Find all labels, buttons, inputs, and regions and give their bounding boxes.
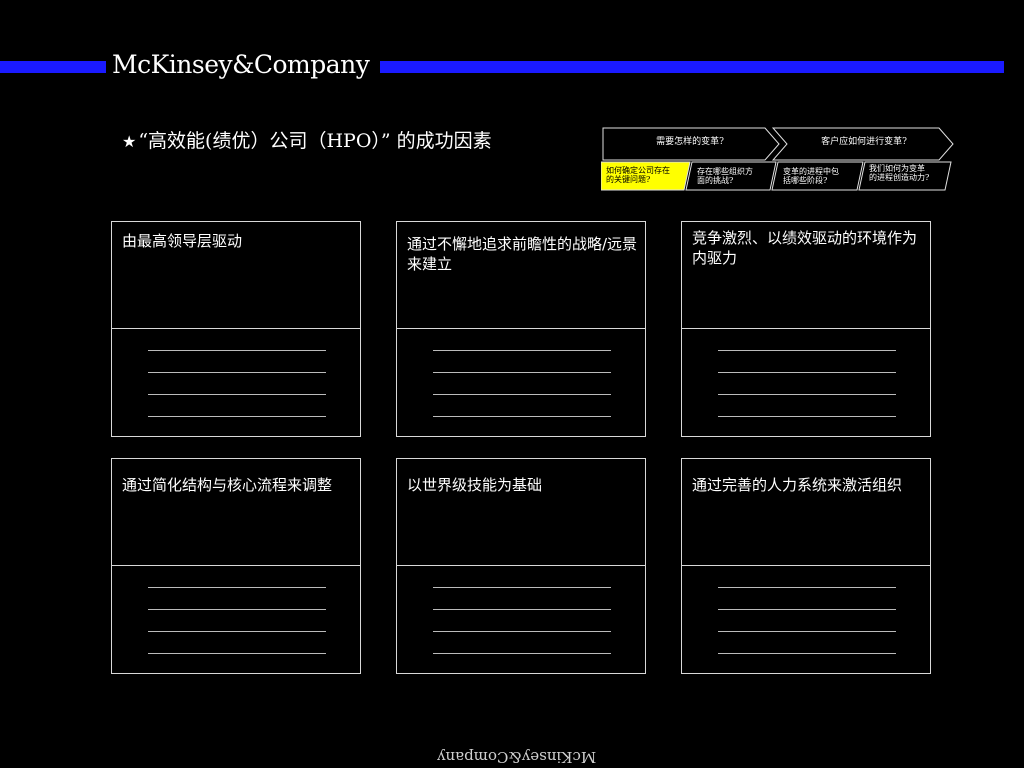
nav-sub-2-line2: 面的挑战? [697, 176, 734, 185]
card-header: 通过完善的人力系统来激活组织 [682, 459, 930, 566]
card-label: 竞争激烈、以绩效驱动的环境作为内驱力 [692, 229, 918, 267]
card-label: 通过不懈地追求前瞻性的战略/远景来建立 [407, 235, 638, 273]
nav-top-2[interactable]: 客户应如何进行变革? [789, 137, 939, 147]
nav-sub-3-line2: 括哪些阶段? [783, 176, 828, 185]
success-factor-card: 通过简化结构与核心流程来调整 [111, 458, 361, 674]
card-blank-line [433, 609, 611, 610]
card-blank-line [718, 372, 896, 373]
nav-sub-3[interactable]: 变革的进程中包 括哪些阶段? [783, 167, 839, 185]
card-blank-line [148, 631, 326, 632]
nav-top-1[interactable]: 需要怎样的变革? [615, 137, 765, 147]
nav-sub-1-line2: 的关键问题? [606, 175, 651, 184]
card-blank-line [433, 372, 611, 373]
nav-sub-1[interactable]: 如何确定公司存在 的关键问题? [606, 166, 670, 184]
success-factor-card: 通过不懈地追求前瞻性的战略/远景来建立 [396, 221, 646, 437]
card-blank-line [148, 653, 326, 654]
card-blank-line [148, 350, 326, 351]
card-blank-line [718, 609, 896, 610]
card-blank-line [148, 372, 326, 373]
page-title-text: “高效能(绩优）公司（HPO）” 的成功因素 [138, 130, 492, 152]
process-navigator: 需要怎样的变革? 客户应如何进行变革? 如何确定公司存在 的关键问题? 存在哪些… [601, 127, 956, 193]
card-blank-line [718, 350, 896, 351]
success-factor-card: 由最高领导层驱动 [111, 221, 361, 437]
card-label: 由最高领导层驱动 [122, 232, 243, 250]
card-header: 竞争激烈、以绩效驱动的环境作为内驱力 [682, 222, 930, 329]
card-header: 以世界级技能为基础 [397, 459, 645, 566]
card-blank-line [433, 416, 611, 417]
card-label: 通过完善的人力系统来激活组织 [692, 476, 903, 494]
success-factor-card: 以世界级技能为基础 [396, 458, 646, 674]
card-blank-line [718, 653, 896, 654]
nav-sub-3-line1: 变革的进程中包 [783, 167, 839, 176]
nav-sub-1-line1: 如何确定公司存在 [606, 166, 670, 175]
card-blank-line [148, 394, 326, 395]
card-label: 以世界级技能为基础 [407, 476, 543, 494]
nav-sub-4-line2: 的进程创造动力? [869, 173, 930, 182]
nav-sub-4[interactable]: 我们如何为变革 的进程创造动力? [869, 164, 929, 182]
nav-sub-2-line1: 存在哪些组织方 [697, 167, 753, 176]
mckinsey-logo: McKinsey&Company [112, 50, 370, 79]
card-blank-line [718, 587, 896, 588]
card-blank-line [433, 394, 611, 395]
star-icon: ★ [122, 132, 137, 151]
card-blank-line [433, 653, 611, 654]
card-blank-line [148, 609, 326, 610]
nav-sub-4-line1: 我们如何为变革 [869, 164, 925, 173]
footer-logo-mirrored: McKinsey&Company [437, 748, 597, 766]
header-band-right [380, 61, 1004, 73]
card-blank-line [718, 631, 896, 632]
page-title: ★ “高效能(绩优）公司（HPO）” 的成功因素 [122, 126, 492, 153]
card-header: 由最高领导层驱动 [112, 222, 360, 329]
card-header: 通过简化结构与核心流程来调整 [112, 459, 360, 566]
card-header: 通过不懈地追求前瞻性的战略/远景来建立 [397, 222, 645, 329]
card-blank-line [718, 416, 896, 417]
card-blank-line [718, 394, 896, 395]
header-band-left [0, 61, 106, 73]
success-factor-card: 竞争激烈、以绩效驱动的环境作为内驱力 [681, 221, 931, 437]
card-blank-line [148, 416, 326, 417]
card-blank-line [433, 350, 611, 351]
card-label: 通过简化结构与核心流程来调整 [122, 476, 333, 494]
card-blank-line [433, 587, 611, 588]
card-blank-line [433, 631, 611, 632]
nav-sub-2[interactable]: 存在哪些组织方 面的挑战? [697, 167, 753, 185]
card-blank-line [148, 587, 326, 588]
success-factor-card: 通过完善的人力系统来激活组织 [681, 458, 931, 674]
